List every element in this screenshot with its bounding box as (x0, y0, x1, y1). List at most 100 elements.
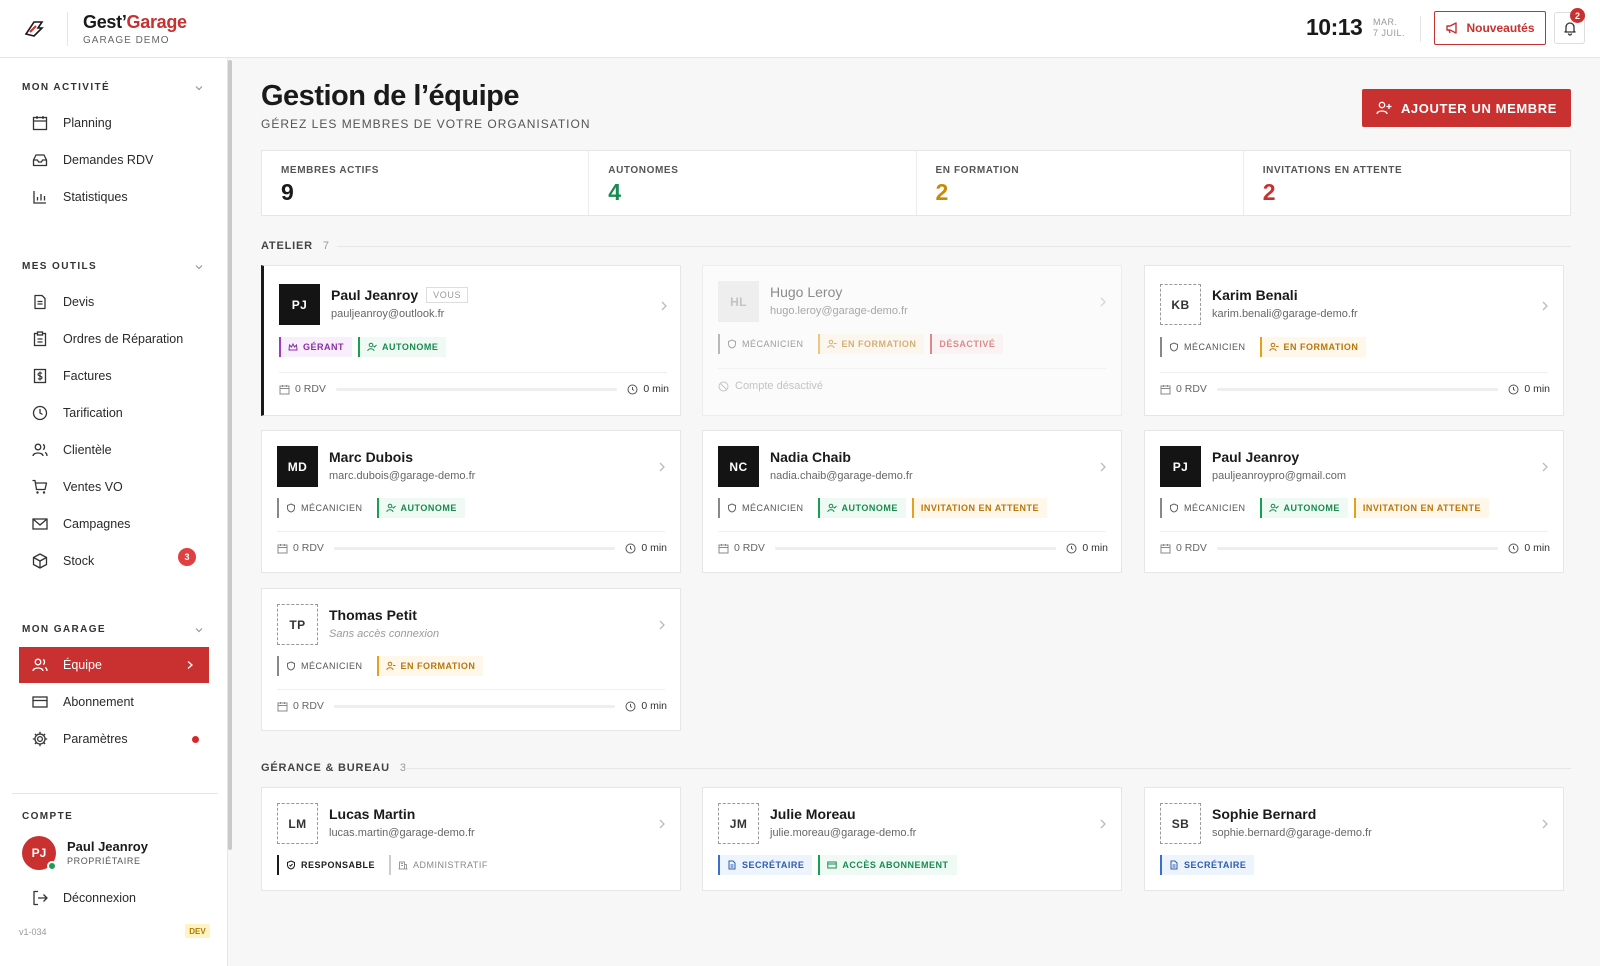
calendar-icon (1160, 384, 1171, 394)
card-divider (718, 368, 1106, 369)
member-avatar: MD (277, 446, 318, 487)
member-tags: MÉCANICIEN EN FORMATION (277, 656, 484, 676)
status-tag-autonome: AUTONOME (1259, 498, 1348, 518)
member-card[interactable]: SB Sophie Bernard sophie.bernard@garage-… (1144, 787, 1564, 891)
group-title-label: ATELIER (261, 240, 313, 252)
sidebar-item-planning[interactable]: Planning (19, 105, 209, 141)
member-card[interactable]: MD Marc Dubois marc.dubois@garage-demo.f… (261, 430, 681, 573)
group-title-label: GÉRANCE & BUREAU (261, 762, 390, 774)
tag-label: MÉCANICIEN (1184, 342, 1246, 352)
sidebar-item-ventes-vo[interactable]: Ventes VO (19, 469, 209, 505)
time-total-text: 0 min (641, 542, 667, 554)
sidebar-item-abonnement[interactable]: Abonnement (19, 684, 209, 720)
page-title: Gestion de l’équipe (261, 80, 520, 112)
workload-bar (1216, 387, 1499, 391)
sidebar-item-devis[interactable]: Devis (19, 284, 209, 320)
sidebar-item-statistiques[interactable]: Statistiques (19, 179, 209, 215)
section-title-garage[interactable]: MON GARAGE (22, 624, 106, 635)
status-tag-en-formation: EN FORMATION (817, 334, 925, 354)
sidebar-item-label: Ordres de Réparation (63, 332, 184, 346)
chevron-right-icon[interactable] (1541, 818, 1549, 830)
shield-check-icon (287, 860, 295, 870)
member-card[interactable]: JM Julie Moreau julie.moreau@garage-demo… (702, 787, 1122, 891)
page-subtitle: GÉREZ LES MEMBRES DE VOTRE ORGANISATION (261, 117, 591, 131)
add-member-button[interactable]: AJOUTER UN MEMBRE (1362, 89, 1571, 127)
logout-button[interactable]: Déconnexion (19, 880, 209, 916)
calendar-icon (1160, 543, 1171, 553)
sidebar-item-label: Planning (63, 116, 112, 130)
account-disabled-text: Compte désactivé (735, 380, 824, 392)
credit-card-icon (31, 693, 49, 711)
member-card[interactable]: HL Hugo Leroy hugo.leroy@garage-demo.fr … (702, 265, 1122, 416)
member-card[interactable]: KB Karim Benali karim.benali@garage-demo… (1144, 265, 1564, 416)
member-card[interactable]: NC Nadia Chaib nadia.chaib@garage-demo.f… (702, 430, 1122, 573)
env-badge: DEV (185, 924, 210, 938)
online-status-dot (47, 861, 57, 871)
sidebar-item-label: Tarification (63, 406, 123, 420)
logo-icon[interactable] (24, 20, 44, 38)
member-card[interactable]: PJ Paul Jeanroy VOUS pauljeanroy@outlook… (261, 265, 681, 416)
member-avatar: HL (718, 281, 759, 322)
chevron-right-icon[interactable] (658, 619, 666, 631)
workload-bar (774, 546, 1057, 550)
bar-chart-icon (31, 188, 49, 206)
chevron-right-icon[interactable] (1099, 296, 1107, 308)
clock-icon (1508, 543, 1519, 553)
brand-name[interactable]: Gest’Garage (83, 12, 187, 33)
sidebar-item-ordres-reparation[interactable]: Ordres de Réparation (19, 321, 209, 357)
sidebar-item-demandes-rdv[interactable]: Demandes RDV (19, 142, 209, 178)
member-avatar: KB (1160, 284, 1201, 325)
sidebar-item-campagnes[interactable]: Campagnes (19, 506, 209, 542)
member-workload: 0 RDV 0 min (718, 542, 1108, 554)
header-divider (67, 12, 68, 46)
rdv-count: 0 RDV (1160, 383, 1207, 395)
sidebar-scrollbar[interactable] (228, 60, 232, 850)
rdv-count: 0 RDV (277, 700, 324, 712)
section-title-activity[interactable]: MON ACTIVITÉ (22, 82, 110, 93)
sidebar-item-label: Abonnement (63, 695, 134, 709)
sidebar-item-tarification[interactable]: Tarification (19, 395, 209, 431)
ban-icon (718, 381, 729, 391)
gear-icon (31, 730, 49, 748)
tag-label: MÉCANICIEN (301, 661, 363, 671)
sidebar-item-factures[interactable]: Factures (19, 358, 209, 394)
sidebar-item-label: Équipe (63, 658, 102, 672)
chevron-right-icon[interactable] (1099, 818, 1107, 830)
sidebar-item-clientele[interactable]: Clientèle (19, 432, 209, 468)
chevron-right-icon[interactable] (658, 818, 666, 830)
chevron-right-icon[interactable] (1541, 300, 1549, 312)
team-icon (31, 656, 49, 674)
brand-main: Gest’ (83, 12, 127, 32)
chevron-down-icon[interactable] (194, 625, 204, 635)
chevron-right-icon[interactable] (1099, 461, 1107, 473)
stat-label: MEMBRES ACTIFS (281, 165, 380, 176)
chevron-right-icon[interactable] (658, 461, 666, 473)
sidebar-divider (12, 793, 218, 794)
card-divider (1160, 531, 1548, 532)
member-workload: 0 RDV 0 min (279, 383, 669, 395)
time-total-text: 0 min (643, 383, 669, 395)
section-title-tools[interactable]: MES OUTILS (22, 261, 97, 272)
clock-icon (1066, 543, 1077, 553)
group-count: 7 (322, 240, 330, 252)
news-button[interactable]: Nouveautés (1434, 11, 1546, 45)
chevron-down-icon[interactable] (194, 83, 204, 93)
sidebar-item-equipe[interactable]: Équipe (19, 647, 209, 683)
member-card[interactable]: PJ Paul Jeanroy pauljeanroypro@gmail.com… (1144, 430, 1564, 573)
settings-alert-dot (192, 736, 199, 743)
chevron-down-icon[interactable] (194, 262, 204, 272)
sidebar-item-parametres[interactable]: Paramètres (19, 721, 209, 757)
clock-icon (625, 701, 636, 711)
shield-icon (287, 661, 295, 671)
member-card[interactable]: LM Lucas Martin lucas.martin@garage-demo… (261, 787, 681, 891)
chevron-right-icon[interactable] (1541, 461, 1549, 473)
group-divider (337, 246, 1571, 247)
role-tag-mecanicien: MÉCANICIEN (718, 498, 812, 518)
account-name[interactable]: Paul Jeanroy (67, 839, 148, 854)
member-card[interactable]: TP Thomas Petit Sans accès connexion MÉC… (261, 588, 681, 731)
chevron-right-icon[interactable] (660, 300, 668, 312)
tag-label: RESPONSABLE (301, 860, 376, 870)
sidebar-item-label: Factures (63, 369, 112, 383)
document-icon (728, 860, 736, 870)
clock-date: MAR. 7 JUIL. (1373, 17, 1405, 39)
